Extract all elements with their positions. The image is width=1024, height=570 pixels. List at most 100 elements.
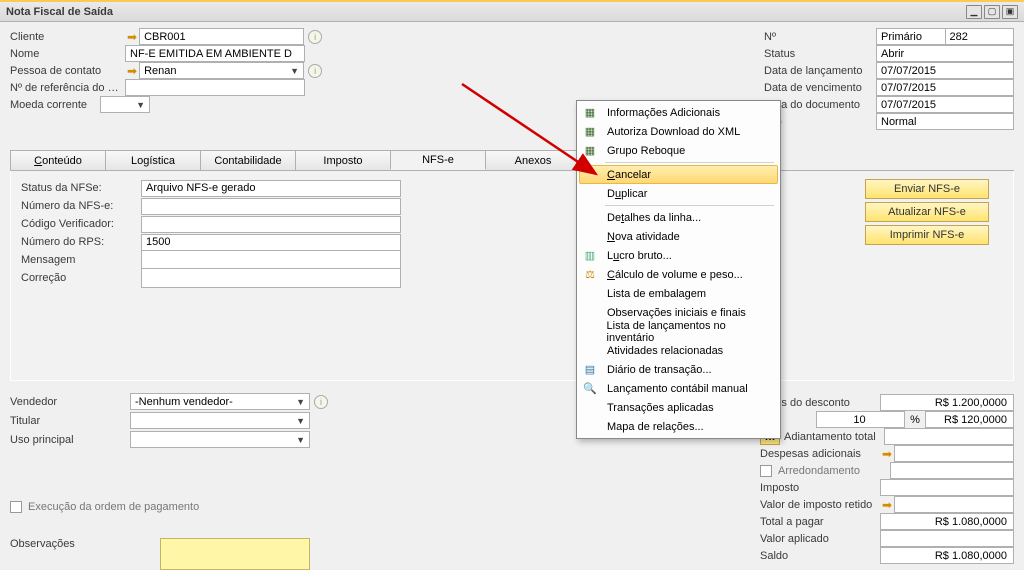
menu-lista-inventario[interactable]: Lista de lançamentos no inventário [579,322,778,341]
nfse-corr-label: Correção [21,272,141,284]
tab-body-nfse: Status da NFSe:Arquivo NFS-e gerado Núme… [10,171,1014,381]
numero-input[interactable]: 282 [945,28,1015,45]
observacoes-textarea[interactable] [160,538,310,570]
titular-select[interactable]: ▼ [130,412,310,429]
menu-grupo-reboque[interactable]: ▦Grupo Reboque [579,141,778,160]
vendedor-select[interactable]: -Nenhum vendedor-▼ [130,393,310,410]
info-icon[interactable]: i [314,395,328,409]
nfse-codver-input[interactable] [141,216,401,233]
link-arrow-icon[interactable]: ➡ [882,447,892,461]
menu-duplicar[interactable]: Duplicar [579,184,778,203]
exec-ordem-checkbox[interactable] [10,501,22,513]
search-icon: 🔍 [581,381,599,397]
menu-mapa-relacoes[interactable]: Mapa de relações... [579,417,778,436]
desp-label: Despesas adicionais [760,448,880,460]
cao-input[interactable]: Normal [876,113,1014,130]
uso-select[interactable]: ▼ [130,431,310,448]
nfse-rps-input[interactable]: 1500 [141,234,401,251]
menu-nova-atividade[interactable]: Nova atividade [579,227,778,246]
menu-diario-transacao[interactable]: ▤Diário de transação... [579,360,778,379]
contato-label: Pessoa de contato [10,65,125,77]
imprimir-nfse-button[interactable]: Imprimir NFS-e [865,225,989,245]
info-icon[interactable]: i [308,30,322,44]
numero-label: Nº [764,31,876,43]
nfse-status-label: Status da NFSe: [21,182,141,194]
adiant-value[interactable] [884,428,1014,445]
maximize-button[interactable]: ▢ [984,5,1000,19]
vret-value[interactable] [894,496,1014,513]
minimize-button[interactable]: ▁ [966,5,982,19]
arred-checkbox[interactable] [760,465,772,477]
menu-info-adicionais[interactable]: ▦Informações Adicionais [579,103,778,122]
menu-autoriza-xml[interactable]: ▦Autoriza Download do XML [579,122,778,141]
tab-imposto[interactable]: Imposto [295,150,391,170]
chevron-down-icon: ▼ [296,416,305,426]
nfse-corr-input[interactable] [141,268,401,288]
vendedor-label: Vendedor [10,396,130,408]
tab-anexos[interactable]: Anexos [485,150,581,170]
info-icon[interactable]: i [308,64,322,78]
tab-contabilidade[interactable]: Contabilidade [200,150,296,170]
menu-calculo-volume[interactable]: ⚖Cálculo de volume e peso... [579,265,778,284]
moeda-select[interactable]: ▼ [100,96,150,113]
lanc-label: Data de lançamento [764,65,876,77]
imposto-label: Imposto [760,482,880,494]
menu-transacoes-aplicadas[interactable]: Transações aplicadas [579,398,778,417]
link-arrow-icon[interactable]: ➡ [127,30,137,44]
menu-lancamento-manual[interactable]: 🔍Lançamento contábil manual [579,379,778,398]
moeda-label: Moeda corrente [10,99,100,111]
titular-label: Titular [10,415,130,427]
titlebar: Nota Fiscal de Saída ▁ ▢ ▣ [0,2,1024,22]
link-arrow-icon[interactable]: ➡ [882,498,892,512]
arred-label: Arredondamento [778,465,890,477]
desconto-value: R$ 120,0000 [925,411,1014,428]
context-menu: ▦Informações Adicionais ▦Autoriza Downlo… [576,100,781,439]
chevron-down-icon: ▼ [290,66,299,76]
total-label: Total a pagar [760,516,880,528]
arred-value [890,462,1014,479]
atualizar-nfse-button[interactable]: Atualizar NFS-e [865,202,989,222]
data-documento-input[interactable]: 07/07/2015 [876,96,1014,113]
enviar-nfse-button[interactable]: Enviar NFS-e [865,179,989,199]
menu-lista-embalagem[interactable]: Lista de embalagem [579,284,778,303]
nfse-num-input[interactable] [141,198,401,215]
ref-label: Nº de referência do clie [10,82,125,94]
desconto-pct-input[interactable]: 10 [816,411,905,428]
tab-logistica[interactable]: Logística [105,150,201,170]
numero-tipo-select[interactable]: Primário [876,28,946,45]
desp-value[interactable] [894,445,1014,462]
status-input[interactable]: Abrir [876,45,1014,62]
menu-cancelar[interactable]: Cancelar [579,165,778,184]
tab-strip: Conteúdo Logística Contabilidade Imposto… [10,150,1014,171]
cliente-input[interactable]: CBR001 [139,28,304,45]
exec-ordem-label: Execução da ordem de pagamento [28,501,199,513]
grid-icon: ▦ [581,143,599,159]
data-lancamento-input[interactable]: 07/07/2015 [876,62,1014,79]
ledger-icon: ▤ [581,362,599,378]
menu-lucro-bruto[interactable]: ▥Lucro bruto... [579,246,778,265]
chart-icon: ▥ [581,248,599,264]
menu-atividades-rel[interactable]: Atividades relacionadas [579,341,778,360]
chevron-down-icon: ▼ [136,100,145,110]
tab-conteudo[interactable]: Conteúdo [10,150,106,170]
ref-input[interactable] [125,79,305,96]
nome-input[interactable]: NF-E EMITIDA EM AMBIENTE D [125,45,305,62]
contato-select[interactable]: Renan▼ [139,62,304,79]
total-value: R$ 1.080,0000 [880,513,1014,530]
data-vencimento-input[interactable]: 07/07/2015 [876,79,1014,96]
grid-icon: ▦ [581,124,599,140]
menu-detalhes-linha[interactable]: Detalhes da linha... [579,208,778,227]
nfse-msg-input[interactable] [141,250,401,270]
nome-label: Nome [10,48,125,60]
nfse-status-input[interactable]: Arquivo NFS-e gerado [141,180,401,197]
tab-nfse[interactable]: NFS-e [390,150,486,170]
link-arrow-icon[interactable]: ➡ [127,64,137,78]
menu-separator [605,162,774,163]
cliente-label: Cliente [10,31,125,43]
chevron-down-icon: ▼ [296,397,305,407]
window-title: Nota Fiscal de Saída [6,6,113,18]
close-button[interactable]: ▣ [1002,5,1018,19]
balance-icon: ⚖ [581,267,599,283]
status-label: Status [764,48,876,60]
observacoes-label: Observações [10,538,160,570]
